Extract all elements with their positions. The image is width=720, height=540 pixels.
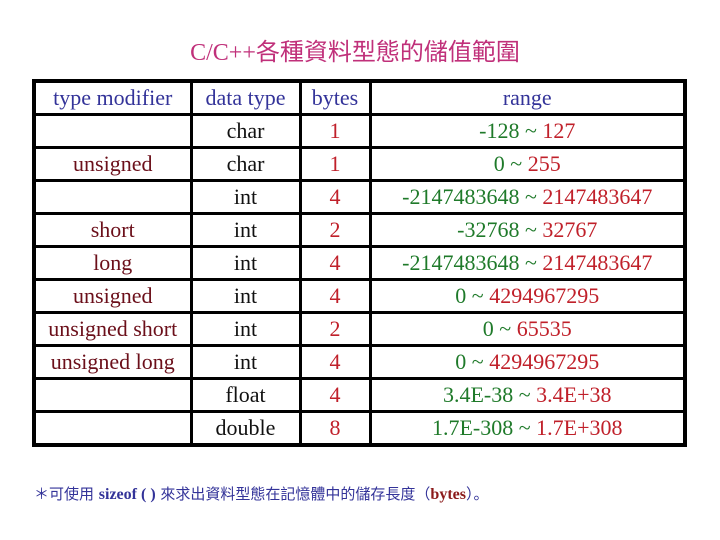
type-modifier-cell — [32, 179, 193, 215]
footnote: ＊可使用 sizeof ( ) 來求出資料型態在記憶體中的儲存長度（bytes）… — [34, 483, 489, 504]
range-separator: ~ — [513, 382, 537, 407]
range-min: 0 — [493, 151, 505, 176]
bytes-cell: 4 — [298, 278, 372, 314]
type-modifier-cell: unsigned long — [32, 344, 193, 380]
table-row: short int 2 -32768 ~ 32767 — [32, 212, 687, 248]
table-header-row: type modifier data type bytes range — [32, 79, 687, 116]
range-max: 32767 — [542, 217, 598, 242]
data-type-cell: char — [189, 113, 302, 149]
range-max: 4294967295 — [489, 349, 600, 374]
range-min: -2147483648 — [402, 250, 520, 275]
sizeof-keyword: sizeof ( ) — [98, 486, 156, 503]
table-row: double 8 1.7E-308 ~ 1.7E+308 — [32, 410, 687, 447]
table-row: unsigned short int 2 0 ~ 65535 — [32, 311, 687, 347]
data-type-cell: int — [189, 212, 302, 248]
range-cell: 0 ~ 65535 — [368, 311, 687, 347]
range-separator: ~ — [504, 151, 528, 176]
data-type-range-table: type modifier data type bytes range char… — [32, 79, 687, 447]
range-separator: ~ — [519, 217, 543, 242]
range-cell: -2147483648 ~ 2147483647 — [368, 179, 687, 215]
footnote-prefix: ＊可使用 — [34, 485, 99, 503]
bytes-cell: 8 — [298, 410, 372, 447]
type-modifier-cell: short — [32, 212, 193, 248]
table-row: float 4 3.4E-38 ~ 3.4E+38 — [32, 377, 687, 413]
table-row: unsigned int 4 0 ~ 4294967295 — [32, 278, 687, 314]
type-modifier-cell — [32, 377, 193, 413]
header-data-type: data type — [189, 79, 302, 116]
range-max: 127 — [542, 118, 576, 143]
type-modifier-cell — [32, 113, 193, 149]
range-min: 1.7E-308 — [431, 415, 514, 440]
range-cell: 3.4E-38 ~ 3.4E+38 — [368, 377, 687, 413]
range-separator: ~ — [466, 283, 490, 308]
bytes-unit: bytes — [430, 486, 466, 503]
table-row: int 4 -2147483648 ~ 2147483647 — [32, 179, 687, 215]
range-separator: ~ — [493, 316, 517, 341]
range-max: 255 — [527, 151, 561, 176]
data-type-cell: char — [189, 146, 302, 182]
type-modifier-cell: unsigned — [32, 278, 193, 314]
table-row: unsigned char 1 0 ~ 255 — [32, 146, 687, 182]
range-max: 4294967295 — [489, 283, 600, 308]
footnote-suffix: ）。 — [465, 485, 489, 503]
bytes-cell: 4 — [298, 179, 372, 215]
range-min: -32768 — [457, 217, 520, 242]
page-title: C/C++各種資料型態的儲值範圍 — [0, 32, 720, 67]
table-row: long int 4 -2147483648 ~ 2147483647 — [32, 245, 687, 281]
range-min: 0 — [482, 316, 494, 341]
footnote-middle: 來求出資料型態在記憶體中的儲存長度（ — [155, 485, 431, 503]
range-separator: ~ — [519, 184, 543, 209]
range-separator: ~ — [519, 118, 543, 143]
data-type-cell: float — [189, 377, 302, 413]
range-max: 2147483647 — [542, 250, 653, 275]
range-cell: 0 ~ 4294967295 — [368, 278, 687, 314]
type-modifier-cell: long — [32, 245, 193, 281]
range-cell: 0 ~ 255 — [368, 146, 687, 182]
range-separator: ~ — [466, 349, 490, 374]
header-type-modifier: type modifier — [32, 79, 193, 116]
type-modifier-cell — [32, 410, 193, 447]
range-cell: -2147483648 ~ 2147483647 — [368, 245, 687, 281]
table-row: char 1 -128 ~ 127 — [32, 113, 687, 149]
range-separator: ~ — [513, 415, 537, 440]
range-min: 3.4E-38 — [442, 382, 514, 407]
bytes-cell: 2 — [298, 212, 372, 248]
data-type-cell: double — [189, 410, 302, 447]
range-separator: ~ — [519, 250, 543, 275]
range-max: 1.7E+308 — [536, 415, 623, 440]
range-cell: -32768 ~ 32767 — [368, 212, 687, 248]
range-cell: -128 ~ 127 — [368, 113, 687, 149]
range-max: 65535 — [516, 316, 572, 341]
header-range: range — [368, 79, 687, 116]
range-max: 3.4E+38 — [536, 382, 612, 407]
type-modifier-cell: unsigned short — [32, 311, 193, 347]
page-title-text: C/C++各種資料型態的儲值範圍 — [190, 40, 520, 66]
range-cell: 0 ~ 4294967295 — [368, 344, 687, 380]
range-min: 0 — [455, 283, 467, 308]
type-modifier-cell: unsigned — [32, 146, 193, 182]
range-max: 2147483647 — [542, 184, 653, 209]
data-type-cell: int — [189, 245, 302, 281]
bytes-cell: 1 — [298, 113, 372, 149]
bytes-cell: 1 — [298, 146, 372, 182]
range-min: 0 — [455, 349, 467, 374]
header-bytes: bytes — [298, 79, 372, 116]
range-min: -128 — [479, 118, 520, 143]
data-type-cell: int — [189, 311, 302, 347]
range-min: -2147483648 — [402, 184, 520, 209]
bytes-cell: 4 — [298, 344, 372, 380]
bytes-cell: 2 — [298, 311, 372, 347]
data-type-cell: int — [189, 179, 302, 215]
bytes-cell: 4 — [298, 245, 372, 281]
data-type-cell: int — [189, 344, 302, 380]
data-type-cell: int — [189, 278, 302, 314]
range-cell: 1.7E-308 ~ 1.7E+308 — [368, 410, 687, 447]
bytes-cell: 4 — [298, 377, 372, 413]
table-row: unsigned long int 4 0 ~ 4294967295 — [32, 344, 687, 380]
